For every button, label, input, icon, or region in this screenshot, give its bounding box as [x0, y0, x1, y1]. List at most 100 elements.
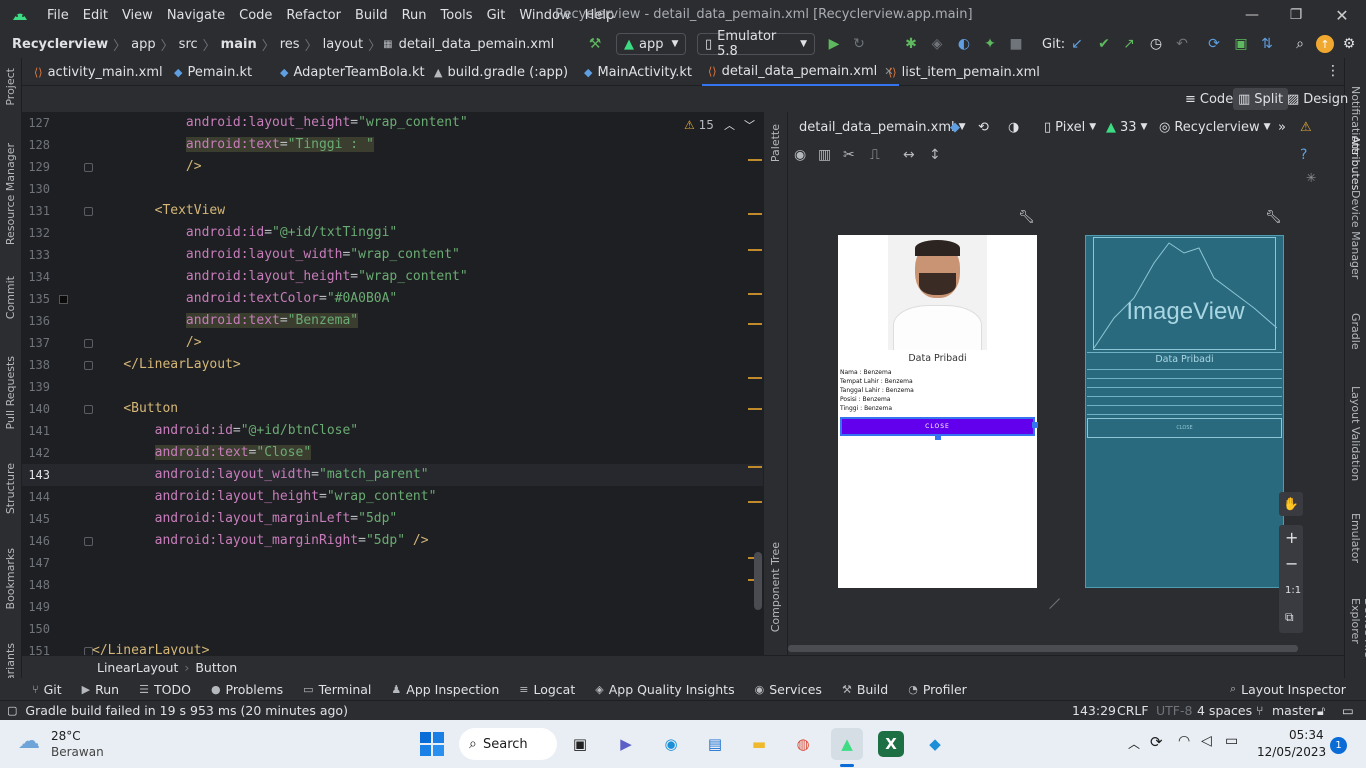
run-icon[interactable]: ▶	[825, 35, 843, 53]
tool-component-tree[interactable]: Component Tree	[769, 542, 782, 632]
tab-build-gradle-app-[interactable]: ▲ build.gradle (:app)	[428, 58, 574, 86]
color-swatch[interactable]	[59, 295, 68, 304]
tray-chevron-icon[interactable]: ︿	[1128, 735, 1140, 752]
tool-window-build[interactable]: ⚒ Build	[832, 682, 898, 697]
tool-window-problems[interactable]: ● Problems	[201, 682, 293, 697]
menu-file[interactable]: File	[40, 8, 76, 23]
code-line[interactable]: android:layout_width="match_parent"	[92, 464, 429, 486]
tool-window-git[interactable]: ⑂ Git	[22, 682, 72, 697]
maximize-button[interactable]: ❐	[1276, 4, 1316, 26]
tool-window-services[interactable]: ◉ Services	[745, 682, 832, 697]
weather-temp[interactable]: 28°C	[51, 729, 81, 743]
code-line[interactable]: <Button	[92, 398, 178, 420]
tool-structure[interactable]: Structure	[4, 463, 17, 514]
tool-window-app-inspection[interactable]: ♟ App Inspection	[381, 682, 509, 697]
git-push-icon[interactable]: ↗	[1120, 35, 1138, 53]
tool-gradle[interactable]: Gradle	[1349, 313, 1362, 350]
path-button[interactable]: Button	[195, 660, 237, 675]
code-line[interactable]: android:layout_height="wrap_content"	[92, 266, 468, 288]
tool-commit[interactable]: Commit	[4, 276, 17, 319]
tool-device-manager[interactable]: Device Manager	[1349, 190, 1362, 279]
rollback-icon[interactable]: ↶	[1173, 35, 1191, 53]
gradle-sync-icon[interactable]: ⇅	[1258, 35, 1276, 53]
sdk-manager-icon[interactable]: ⟳	[1205, 35, 1223, 53]
path-linearlayout[interactable]: LinearLayout	[97, 660, 178, 675]
tool-window-logcat[interactable]: ≡ Logcat	[509, 682, 585, 697]
orientation-icon[interactable]: ⟲	[978, 117, 989, 137]
code-line[interactable]: android:text="Benzema"	[92, 310, 359, 332]
breadcrumb-item[interactable]: Recyclerview	[9, 37, 111, 52]
weather-icon[interactable]: ☁	[18, 729, 40, 754]
overflow-icon[interactable]: »	[1278, 117, 1286, 137]
api-level-select[interactable]: ▲ 33 ▼	[1106, 117, 1147, 137]
cursor-position[interactable]: 143:29	[1072, 703, 1116, 718]
breadcrumb-item[interactable]: layout	[320, 37, 367, 52]
code-line[interactable]: android:id="@+id/txtTinggi"	[92, 222, 397, 244]
tab-activity-main-xml[interactable]: ⟨⟩ activity_main.xml	[28, 58, 169, 86]
wifi-icon[interactable]: ◠	[1178, 733, 1190, 749]
align-vertical-icon[interactable]: ↕	[929, 147, 941, 163]
memory-indicator-icon[interactable]: ▭	[1342, 703, 1354, 718]
margin-icon[interactable]: ⎍	[870, 147, 880, 163]
device-select[interactable]: ▯ Emulator 5.8 ▼	[697, 29, 815, 59]
device-preview-select[interactable]: ▯ Pixel ▼	[1044, 117, 1096, 137]
menu-view[interactable]: View	[115, 8, 160, 23]
settings-icon[interactable]: ⚙	[1340, 35, 1358, 53]
battery-icon[interactable]: ▭	[1225, 733, 1238, 749]
update-icon[interactable]: ↑	[1316, 35, 1334, 53]
design-preview[interactable]: Data Pribadi Nama : Benzema Tempat Lahir …	[838, 235, 1038, 588]
search-icon[interactable]: ⌕	[1291, 35, 1309, 53]
vscode-icon[interactable]: ◆	[919, 728, 951, 760]
code-line[interactable]: android:layout_height="wrap_content"	[92, 112, 468, 134]
theme-select[interactable]: ◎ Recyclerview ▼	[1159, 117, 1271, 137]
git-branch[interactable]: master	[1272, 703, 1316, 718]
indent-setting[interactable]: 4 spaces	[1197, 703, 1252, 718]
code-line[interactable]: android:layout_marginLeft="5dp"	[92, 508, 398, 530]
wrench-icon[interactable]: 🔧︎	[1018, 210, 1035, 225]
status-message[interactable]: Gradle build failed in 19 s 953 ms (20 m…	[25, 703, 348, 718]
tool-project[interactable]: Project	[4, 68, 17, 106]
tab-mainactivity-kt[interactable]: ◆ MainActivity.kt	[578, 58, 698, 86]
start-button[interactable]	[420, 732, 444, 756]
tool-layout-validation[interactable]: Layout Validation	[1349, 386, 1362, 481]
layout-file-select[interactable]: detail_data_pemain.xml ▼	[799, 117, 966, 137]
code-line[interactable]: />	[92, 156, 202, 178]
search-box[interactable]: ⌕ Search	[459, 728, 557, 760]
run-config-select[interactable]: ▲ app ▼	[616, 33, 686, 55]
tool-emulator[interactable]: Emulator	[1349, 513, 1362, 563]
design-hscrollbar[interactable]	[788, 645, 1298, 652]
menu-build[interactable]: Build	[348, 8, 395, 23]
apply-changes-icon[interactable]: ✦	[981, 35, 999, 53]
next-highlight-icon[interactable]: ﹀	[744, 117, 755, 133]
store-icon[interactable]: ▤	[699, 728, 731, 760]
weather-desc[interactable]: Berawan	[51, 745, 104, 759]
menu-navigate[interactable]: Navigate	[160, 8, 232, 23]
mode-split[interactable]: ▥ Split	[1233, 88, 1289, 110]
menu-code[interactable]: Code	[232, 8, 279, 23]
editor-scrollbar[interactable]	[754, 552, 762, 610]
tool-bookmarks[interactable]: Bookmarks	[4, 548, 17, 609]
code-line[interactable]: android:text="Close"	[92, 442, 312, 464]
code-editor[interactable]: 127 android:layout_height="wrap_content"…	[22, 112, 763, 655]
zoom-fit-icon[interactable]: ⧉	[1285, 610, 1294, 625]
blueprint-toggle-icon[interactable]: ▥	[818, 147, 831, 163]
tool-window-todo[interactable]: ☰ TODO	[129, 682, 201, 697]
tool-palette[interactable]: Palette	[769, 124, 782, 162]
tool-window-terminal[interactable]: ▭ Terminal	[293, 682, 381, 697]
prev-highlight-icon[interactable]: ︿	[724, 117, 735, 133]
tool-resource-manager[interactable]: Resource Manager	[4, 143, 17, 245]
tab-adapterteambola-kt[interactable]: ◆ AdapterTeamBola.kt	[274, 58, 431, 86]
debug-icon[interactable]: ✱	[902, 35, 920, 53]
git-commit-icon[interactable]: ✔	[1095, 35, 1113, 53]
device-manager-icon[interactable]: ▣	[1232, 35, 1250, 53]
breadcrumb-item[interactable]: detail_data_pemain.xml	[396, 37, 558, 52]
profile-icon[interactable]: ◐	[955, 35, 973, 53]
git-update-icon[interactable]: ↙	[1068, 35, 1086, 53]
design-canvas[interactable]: ✳ 🔧︎ 🔧︎ Data Pribadi Nama : Benzema Tempa…	[788, 170, 1324, 650]
file-encoding[interactable]: UTF-8	[1156, 703, 1192, 718]
breadcrumb-item[interactable]: src	[176, 37, 201, 52]
breadcrumb-item[interactable]: res	[277, 37, 303, 52]
night-mode-icon[interactable]: ◑	[1008, 117, 1019, 137]
code-line[interactable]: </LinearLayout>	[92, 354, 240, 376]
code-line[interactable]: <TextView	[92, 200, 225, 222]
